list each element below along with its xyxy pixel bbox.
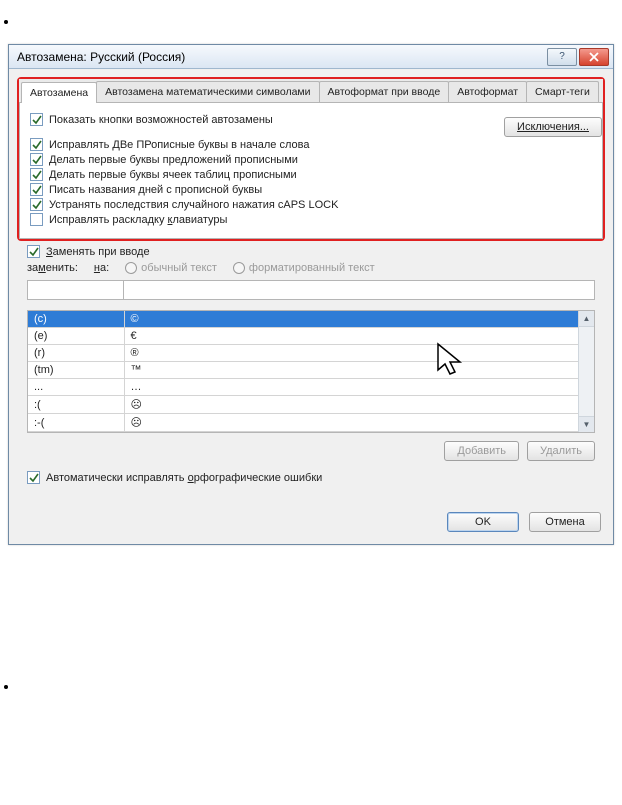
titlebar[interactable]: Автозамена: Русский (Россия) ? bbox=[9, 45, 613, 69]
label-caps-lock: Устранять последствия случайного нажатия… bbox=[49, 199, 338, 211]
checkbox-caps-lock[interactable] bbox=[30, 198, 43, 211]
tabstrip: Автозамена Автозамена математическими си… bbox=[19, 79, 603, 103]
replace-input[interactable] bbox=[27, 280, 123, 300]
scroll-up-icon[interactable]: ▲ bbox=[579, 311, 594, 327]
autocorrect-dialog: Автозамена: Русский (Россия) ? Автозамен… bbox=[8, 44, 614, 545]
checkbox-cap-sentences[interactable] bbox=[30, 153, 43, 166]
radio-plain-text: обычный текст bbox=[125, 262, 217, 274]
checkbox-auto-spell[interactable] bbox=[27, 471, 40, 484]
tab-autocorrect[interactable]: Автозамена bbox=[21, 82, 97, 103]
window-title: Автозамена: Русский (Россия) bbox=[17, 50, 547, 64]
help-button[interactable]: ? bbox=[547, 48, 577, 66]
label-cap-sentences: Делать первые буквы предложений прописны… bbox=[49, 154, 298, 166]
label-replace: заменить: bbox=[27, 262, 78, 274]
checkbox-cap-days[interactable] bbox=[30, 183, 43, 196]
list-row[interactable]: (c)© bbox=[28, 311, 594, 328]
tab-autoformat[interactable]: Автоформат bbox=[448, 81, 527, 102]
list-scrollbar[interactable]: ▲ ▼ bbox=[578, 311, 594, 432]
checkbox-keyboard-layout[interactable] bbox=[30, 213, 43, 226]
with-input[interactable] bbox=[123, 280, 595, 300]
highlighted-region: Автозамена Автозамена математическими си… bbox=[17, 77, 605, 241]
checkbox-cap-cells[interactable] bbox=[30, 168, 43, 181]
tab-smart-tags[interactable]: Смарт-теги bbox=[526, 81, 599, 102]
ok-button[interactable]: OK bbox=[447, 512, 519, 532]
label-show-buttons: Показать кнопки возможностей автозамены bbox=[49, 114, 273, 126]
list-row[interactable]: :(☹ bbox=[28, 396, 594, 414]
tab-autoformat-typing[interactable]: Автоформат при вводе bbox=[319, 81, 450, 102]
list-row[interactable]: ...… bbox=[28, 379, 594, 396]
cancel-button[interactable]: Отмена bbox=[529, 512, 601, 532]
list-row[interactable]: (tm)™ bbox=[28, 362, 594, 379]
add-button[interactable]: Добавить bbox=[444, 441, 519, 461]
list-row[interactable]: :-(☹ bbox=[28, 414, 594, 432]
label-keyboard-layout: Исправлять раскладку клавиатуры bbox=[49, 214, 227, 226]
radio-formatted-text: форматированный текст bbox=[233, 262, 375, 274]
checkbox-replace-on-type[interactable] bbox=[27, 245, 40, 258]
checkbox-show-buttons[interactable] bbox=[30, 113, 43, 126]
label-fix-two-caps: Исправлять ДВе ПРописные буквы в начале … bbox=[49, 139, 309, 151]
label-auto-spell: Автоматически исправлять орфографические… bbox=[46, 472, 322, 484]
exceptions-button[interactable]: Исключения... bbox=[504, 117, 602, 137]
checkbox-fix-two-caps[interactable] bbox=[30, 138, 43, 151]
tab-math-autocorrect[interactable]: Автозамена математическими символами bbox=[96, 81, 319, 102]
label-with: на: bbox=[94, 262, 109, 274]
scroll-down-icon[interactable]: ▼ bbox=[579, 416, 594, 432]
label-cap-cells: Делать первые буквы ячеек таблиц прописн… bbox=[49, 169, 297, 181]
label-cap-days: Писать названия дней с прописной буквы bbox=[49, 184, 262, 196]
label-replace-on-type: Заменять при вводе bbox=[46, 246, 150, 258]
list-row[interactable]: (r)® bbox=[28, 345, 594, 362]
delete-button[interactable]: Удалить bbox=[527, 441, 595, 461]
replacements-list[interactable]: (c)© (e)€ (r)® (tm)™ ...… :(☹ :-(☹ ▲ ▼ bbox=[27, 310, 595, 433]
list-row[interactable]: (e)€ bbox=[28, 328, 594, 345]
close-button[interactable] bbox=[579, 48, 609, 66]
